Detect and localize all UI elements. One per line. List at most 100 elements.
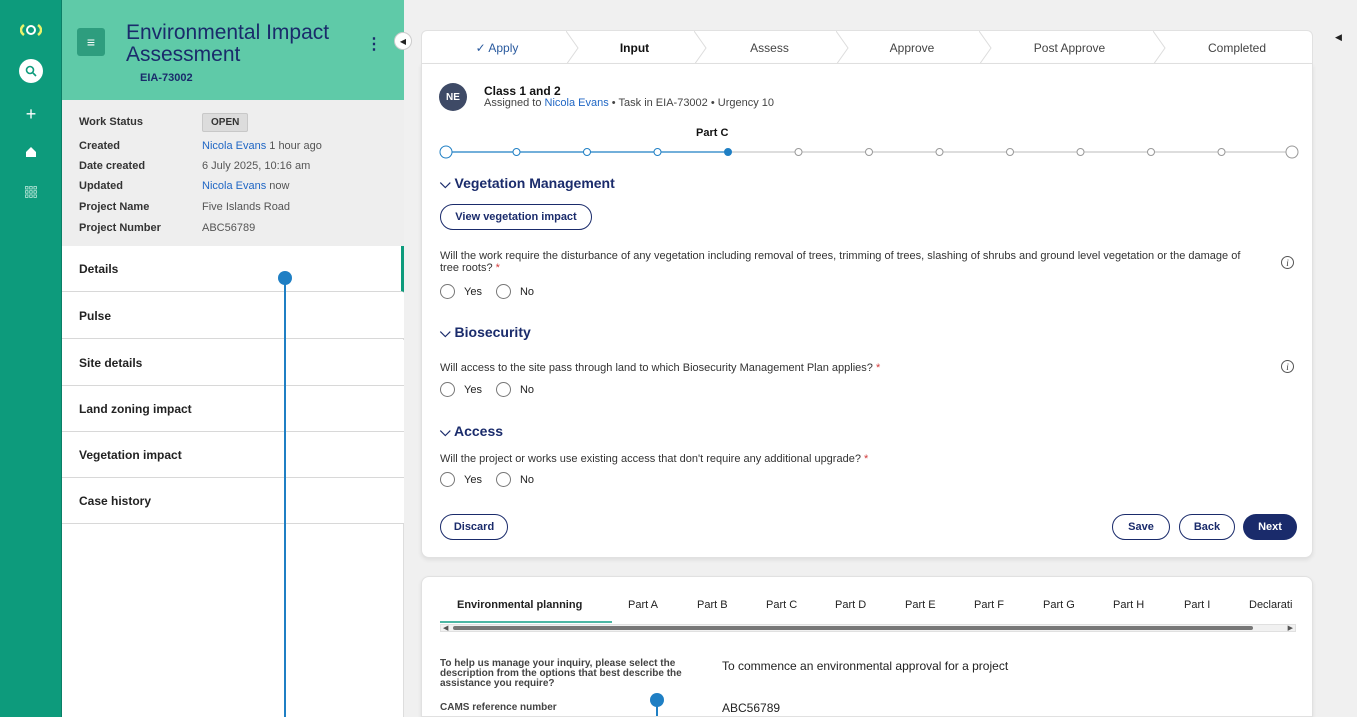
section-access[interactable]: ⌵ Access — [440, 423, 503, 440]
case-id: EIA-73002 — [140, 72, 193, 84]
stage-completed[interactable]: Completed — [1162, 31, 1312, 63]
tab-environmental-planning[interactable]: Environmental planning — [457, 599, 582, 611]
vegetation-question: Will the work require the disturbance of… — [440, 250, 1260, 274]
kebab-menu-icon[interactable]: ⋮ — [366, 34, 382, 54]
section-title-text: Access — [454, 423, 504, 439]
section-biosecurity[interactable]: ⌵ Biosecurity — [440, 324, 531, 341]
progress-stepper — [439, 145, 1299, 159]
radio-label-no: No — [519, 285, 535, 298]
plus-icon[interactable]: + — [0, 98, 62, 130]
progress-step[interactable] — [794, 148, 803, 156]
tab-part-g[interactable]: Part G — [1043, 599, 1075, 611]
apps-icon[interactable] — [0, 176, 62, 208]
nav-item-label: Pulse — [79, 308, 112, 323]
progress-step[interactable] — [935, 148, 944, 156]
scroll-right-icon[interactable]: ▶ — [1288, 624, 1293, 632]
tab-part-f[interactable]: Part F — [974, 599, 1004, 611]
nav-item-vegetation-impact[interactable]: Vegetation impact — [62, 432, 404, 478]
progress-step[interactable] — [1285, 145, 1299, 159]
progress-step[interactable] — [653, 148, 662, 156]
required-mark: * — [495, 262, 500, 274]
current-part-label: Part C — [696, 127, 729, 139]
question-text: Will access to the site pass through lan… — [440, 362, 873, 374]
progress-step[interactable] — [512, 148, 521, 156]
biosecurity-question: Will access to the site pass through lan… — [440, 362, 880, 374]
back-button[interactable]: Back — [1179, 514, 1235, 540]
biosecurity-no-radio[interactable] — [495, 382, 511, 397]
nav-item-case-history[interactable]: Case history — [62, 478, 404, 524]
vegetation-radio-group: Yes No — [440, 284, 548, 299]
tab-part-i[interactable]: Part I — [1184, 599, 1210, 611]
radio-label-no: No — [519, 383, 535, 396]
progress-step[interactable] — [1076, 148, 1085, 156]
tab-part-c[interactable]: Part C — [766, 599, 797, 611]
vegetation-no-radio[interactable] — [495, 284, 511, 299]
stage-approve[interactable]: Approve — [842, 31, 982, 63]
stage-apply[interactable]: ✓ Apply — [422, 31, 572, 63]
case-title: Environmental Impact Assessment — [126, 21, 330, 66]
nav-item-pulse[interactable]: Pulse — [62, 293, 404, 339]
required-mark: * — [864, 453, 869, 465]
progress-step[interactable] — [1006, 148, 1014, 156]
assignee-link[interactable]: Nicola Evans — [545, 97, 609, 109]
vegetation-yes-radio[interactable] — [440, 284, 455, 299]
updated-by-link[interactable]: Nicola Evans — [202, 180, 266, 192]
case-panel: ≡ Environmental Impact Assessment EIA-73… — [62, 0, 404, 717]
cams-reference-value: ABC56789 — [722, 701, 781, 715]
info-icon[interactable]: i — [1281, 256, 1294, 269]
progress-step[interactable] — [583, 148, 591, 156]
stage-assess[interactable]: Assess — [697, 31, 842, 63]
nav-item-label: Land zoning impact — [79, 401, 192, 416]
progress-step[interactable] — [865, 148, 873, 156]
stage-bar: ✓ Apply Input Assess Approve Post Approv… — [421, 30, 1313, 64]
nav-item-land-zoning-impact[interactable]: Land zoning impact — [62, 386, 404, 432]
connector-line — [656, 701, 658, 716]
case-menu-button[interactable]: ≡ — [77, 28, 105, 56]
nav-item-site-details[interactable]: Site details — [62, 340, 404, 386]
tab-part-e[interactable]: Part E — [905, 599, 936, 611]
created-label: Created — [79, 140, 120, 152]
tab-part-d[interactable]: Part D — [835, 599, 866, 611]
cams-reference-label: CAMS reference number — [440, 702, 557, 713]
tab-part-b[interactable]: Part B — [697, 599, 728, 611]
progress-step[interactable] — [1147, 148, 1155, 156]
info-icon[interactable]: i — [1281, 360, 1294, 373]
search-icon[interactable] — [0, 55, 62, 87]
progress-step[interactable] — [439, 145, 453, 159]
created-by-link[interactable]: Nicola Evans — [202, 140, 266, 152]
review-card: Environmental planning Part A Part B Par… — [421, 576, 1313, 717]
nav-item-details[interactable]: Details — [62, 246, 404, 292]
view-vegetation-impact-button[interactable]: View vegetation impact — [440, 204, 592, 230]
task-meta-suffix: • Task in EIA-73002 • Urgency 10 — [608, 97, 775, 109]
discard-button[interactable]: Discard — [440, 514, 508, 540]
active-tab-indicator — [440, 621, 612, 623]
save-button[interactable]: Save — [1112, 514, 1170, 540]
access-yes-radio[interactable] — [440, 472, 455, 487]
section-vegetation-management[interactable]: ⌵ Vegetation Management — [440, 175, 615, 192]
scroll-thumb[interactable] — [453, 626, 1253, 630]
tab-declaration[interactable]: Declarati — [1249, 599, 1292, 611]
section-title-text: Vegetation Management — [454, 175, 615, 191]
chevron-down-icon: ⌵ — [440, 423, 451, 439]
logo-icon[interactable] — [0, 14, 62, 46]
project-number-value: ABC56789 — [202, 222, 256, 234]
collapse-panel-button[interactable]: ◀ — [394, 32, 412, 50]
tabs-scrollbar[interactable]: ◀ ▶ — [440, 624, 1296, 632]
task-meta: Assigned to Nicola Evans • Task in EIA-7… — [484, 97, 774, 109]
question-text: Will the work require the disturbance of… — [440, 250, 1241, 274]
tab-part-a[interactable]: Part A — [628, 599, 658, 611]
date-created-value: 6 July 2025, 10:16 am — [202, 160, 311, 172]
stage-post-approve[interactable]: Post Approve — [982, 31, 1157, 63]
biosecurity-yes-radio[interactable] — [440, 382, 455, 397]
tab-part-h[interactable]: Part H — [1113, 599, 1144, 611]
updated-label: Updated — [79, 180, 123, 192]
progress-step[interactable] — [724, 148, 732, 156]
app-rail: + — [0, 0, 62, 717]
progress-step[interactable] — [1217, 148, 1226, 156]
next-button[interactable]: Next — [1243, 514, 1297, 540]
scroll-left-icon[interactable]: ◀ — [443, 624, 448, 632]
right-panel-toggle-icon[interactable]: ◀ — [1335, 32, 1342, 43]
home-icon[interactable] — [0, 136, 62, 168]
stage-input[interactable]: Input — [572, 31, 697, 63]
access-no-radio[interactable] — [495, 472, 511, 487]
